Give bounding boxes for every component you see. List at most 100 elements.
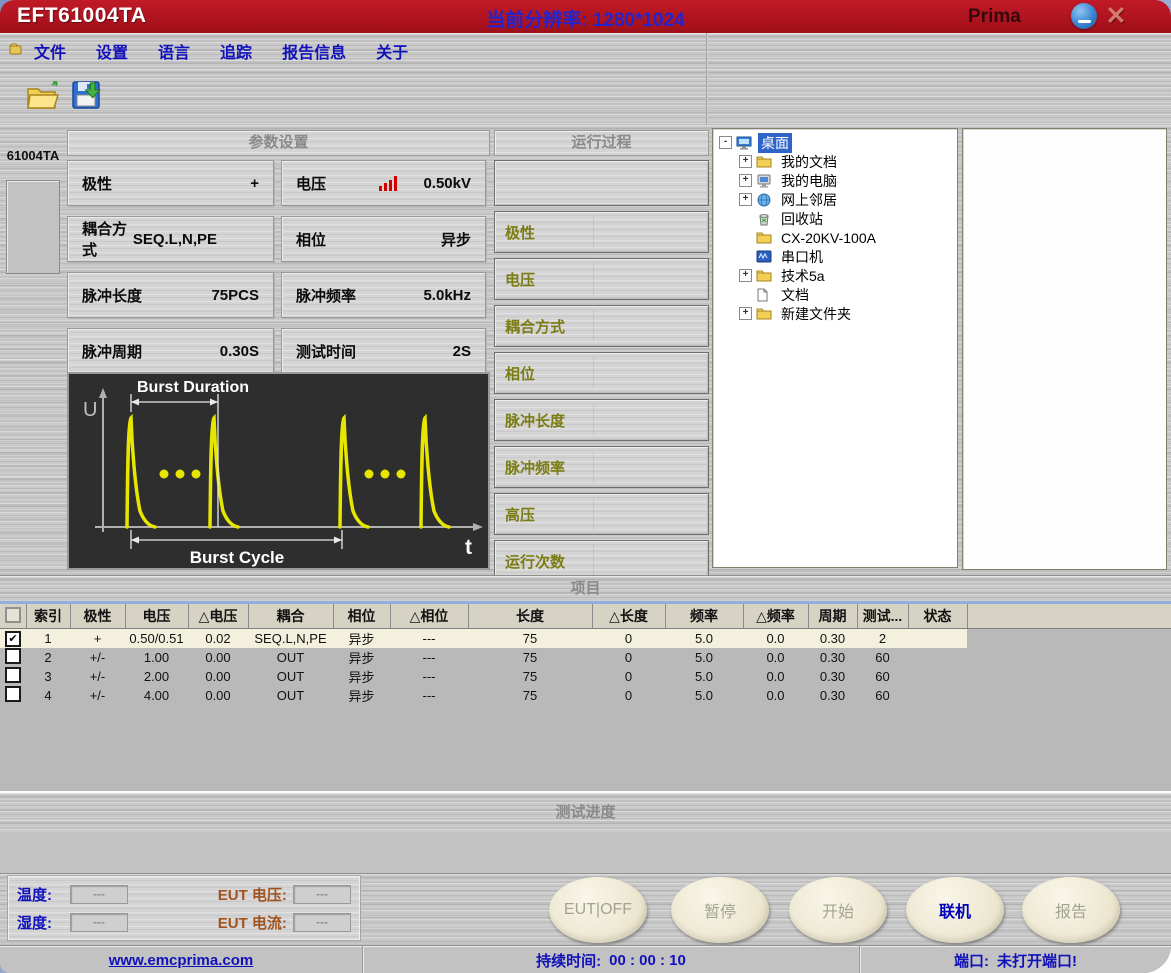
main-area: 61004TA 参数设置 极性 + 电压 0.50kV 耦合方式 <box>0 125 1171 575</box>
pause-button[interactable]: 暂停 <box>671 877 769 943</box>
port-status: 未打开端口! <box>997 950 1077 971</box>
param-value: 0.30S <box>220 343 259 360</box>
folder-icon <box>756 268 774 283</box>
col-delta-frequency[interactable]: △频率 <box>743 604 808 629</box>
website-link[interactable]: www.emcprima.com <box>109 952 254 969</box>
param-label: 测试时间 <box>296 341 356 362</box>
tree-item-new-folder[interactable]: + 新建文件夹 <box>713 304 957 323</box>
toolbar-divider <box>706 33 708 125</box>
tree-item-cx-20kv-100a[interactable]: CX-20KV-100A <box>713 228 957 247</box>
report-button[interactable]: 报告 <box>1022 877 1120 943</box>
expand-icon[interactable]: + <box>739 155 752 168</box>
signal-bars-icon <box>379 176 397 191</box>
menu-item-language[interactable]: 语言 <box>158 39 190 63</box>
menu-item-report-info[interactable]: 报告信息 <box>282 39 346 63</box>
menu-item-file[interactable]: 文件 <box>34 39 66 63</box>
menu-item-settings[interactable]: 设置 <box>96 39 128 63</box>
param-coupling[interactable]: 耦合方式 SEQ.L,N,PE <box>67 216 274 262</box>
col-frequency[interactable]: 频率 <box>665 604 743 629</box>
row-checkbox[interactable]: ✔ <box>5 631 21 647</box>
open-file-button[interactable] <box>22 77 64 117</box>
minimize-icon <box>1078 20 1091 23</box>
param-value: 75PCS <box>211 287 259 304</box>
col-index[interactable]: 索引 <box>26 604 70 629</box>
network-icon <box>756 192 774 207</box>
col-test[interactable]: 测试... <box>857 604 908 629</box>
detail-panel <box>962 128 1167 570</box>
tree-item-network[interactable]: + 网上邻居 <box>713 190 957 209</box>
progress-section-title: 测试进度 <box>0 791 1171 834</box>
folder-icon <box>756 306 774 321</box>
col-delta-phase[interactable]: △相位 <box>390 604 468 629</box>
col-polarity[interactable]: 极性 <box>70 604 125 629</box>
run-voltage: 电压 <box>494 258 709 300</box>
tree-item-document[interactable]: 文档 <box>713 285 957 304</box>
minimize-button[interactable] <box>1071 3 1097 29</box>
collapse-icon[interactable]: - <box>719 136 732 149</box>
run-polarity: 极性 <box>494 211 709 253</box>
param-label: 脉冲周期 <box>82 341 142 362</box>
menu-item-trace[interactable]: 追踪 <box>220 39 252 63</box>
tree-item-serial-port[interactable]: 串口机 <box>713 247 957 266</box>
param-value: + <box>250 175 259 192</box>
online-button[interactable]: 联机 <box>906 877 1004 943</box>
tree-item-desktop[interactable]: - 桌面 <box>713 133 957 152</box>
items-section-title: 项目 <box>0 575 1171 603</box>
col-coupling[interactable]: 耦合 <box>248 604 333 629</box>
tree-item-my-computer[interactable]: + 我的电脑 <box>713 171 957 190</box>
param-value: SEQ.L,N,PE <box>133 231 217 248</box>
param-pulse-length[interactable]: 脉冲长度 75PCS <box>67 272 274 318</box>
close-button[interactable]: ✕ <box>1103 3 1129 29</box>
table-header-row: 索引 极性 电压 △电压 耦合 相位 △相位 长度 △长度 频率 △频率 周期 … <box>0 604 1171 629</box>
expand-icon[interactable]: + <box>739 307 752 320</box>
table-row[interactable]: 4 +/- 4.00 0.00 OUT 异步 --- 75 0 5.0 0.0 … <box>0 686 1171 705</box>
param-pulse-cycle[interactable]: 脉冲周期 0.30S <box>67 328 274 374</box>
param-value: 异步 <box>441 229 471 250</box>
expand-icon[interactable]: + <box>739 269 752 282</box>
start-button[interactable]: 开始 <box>789 877 887 943</box>
port-label: 端口: <box>954 950 989 971</box>
recycle-bin-icon <box>756 211 774 226</box>
table-row[interactable]: 3 +/- 2.00 0.00 OUT 异步 --- 75 0 5.0 0.0 … <box>0 667 1171 686</box>
menu-item-about[interactable]: 关于 <box>376 39 408 63</box>
eut-off-button[interactable]: EUT|OFF <box>549 877 647 943</box>
humidity-label: 湿度: <box>17 912 64 933</box>
row-checkbox[interactable] <box>5 667 21 683</box>
folder-icon <box>756 230 774 245</box>
param-pulse-frequency[interactable]: 脉冲频率 5.0kHz <box>281 272 486 318</box>
app-window: EFT61004TA 当前分辨率: 1280*1024 Prima ✕ 文件 设… <box>0 0 1171 973</box>
duration-label: 持续时间: <box>536 950 601 971</box>
tree-item-tech-5a[interactable]: + 技术5a <box>713 266 957 285</box>
col-cycle[interactable]: 周期 <box>808 604 857 629</box>
save-button[interactable] <box>68 77 110 117</box>
param-phase[interactable]: 相位 异步 <box>281 216 486 262</box>
expand-icon[interactable]: + <box>739 174 752 187</box>
tree-item-recycle-bin[interactable]: 回收站 <box>713 209 957 228</box>
run-pulse-length: 脉冲长度 <box>494 399 709 441</box>
computer-icon <box>756 173 774 188</box>
row-checkbox[interactable] <box>5 648 21 664</box>
param-label: 脉冲频率 <box>296 285 356 306</box>
run-phase: 相位 <box>494 352 709 394</box>
col-delta-voltage[interactable]: △电压 <box>188 604 248 629</box>
table-row[interactable]: 2 +/- 1.00 0.00 OUT 异步 --- 75 0 5.0 0.0 … <box>0 648 1171 667</box>
test-items-table-area: 索引 极性 电压 △电压 耦合 相位 △相位 长度 △长度 频率 △频率 周期 … <box>0 601 1171 791</box>
param-label: 脉冲长度 <box>82 285 142 306</box>
param-test-time[interactable]: 测试时间 2S <box>281 328 486 374</box>
temperature-value: --- <box>70 885 128 904</box>
col-voltage[interactable]: 电压 <box>125 604 188 629</box>
select-all-checkbox[interactable] <box>5 607 21 623</box>
run-high-voltage: 高压 <box>494 493 709 535</box>
col-phase[interactable]: 相位 <box>333 604 390 629</box>
expand-icon[interactable]: + <box>739 193 752 206</box>
param-value: 5.0kHz <box>423 287 471 304</box>
col-length[interactable]: 长度 <box>468 604 592 629</box>
col-status[interactable]: 状态 <box>908 604 967 629</box>
toolbar <box>0 69 1171 126</box>
row-checkbox[interactable] <box>5 686 21 702</box>
col-delta-length[interactable]: △长度 <box>592 604 665 629</box>
tree-item-my-documents[interactable]: + 我的文档 <box>713 152 957 171</box>
param-voltage[interactable]: 电压 0.50kV <box>281 160 486 206</box>
table-row[interactable]: ✔ 1 + 0.50/0.51 0.02 SEQ.L,N,PE 异步 --- 7… <box>0 629 1171 649</box>
param-polarity[interactable]: 极性 + <box>67 160 274 206</box>
